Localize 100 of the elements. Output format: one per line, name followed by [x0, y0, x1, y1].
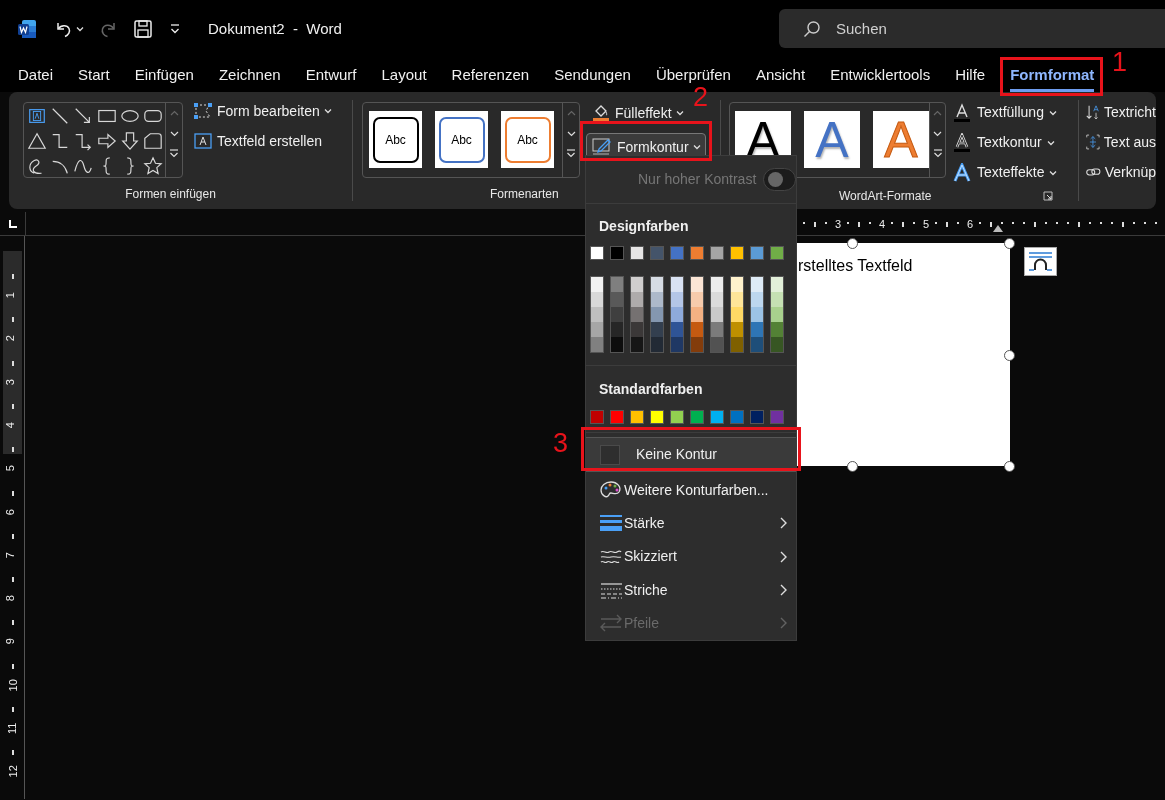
color-swatch[interactable]: [671, 277, 683, 293]
color-swatch[interactable]: [750, 246, 764, 261]
color-swatch[interactable]: [711, 277, 723, 293]
scroll-down-icon[interactable]: [169, 131, 179, 137]
color-swatch[interactable]: [610, 410, 624, 425]
color-swatch[interactable]: [670, 246, 684, 261]
resize-handle[interactable]: [1004, 461, 1015, 472]
color-swatch[interactable]: [631, 322, 643, 338]
menu-tab[interactable]: Entwurf: [305, 63, 357, 92]
expand-gallery-icon[interactable]: [566, 149, 577, 158]
ribbon-button[interactable]: Textricht: [1086, 100, 1156, 124]
menu-tab[interactable]: Layout: [381, 63, 427, 92]
color-swatch[interactable]: [691, 307, 703, 323]
color-swatch[interactable]: [631, 277, 643, 293]
indent-marker-icon[interactable]: [992, 224, 1004, 232]
color-swatch[interactable]: [610, 246, 624, 261]
color-swatch[interactable]: [691, 292, 703, 308]
color-swatch[interactable]: [591, 307, 603, 323]
menu-tab[interactable]: Einfügen: [134, 63, 194, 92]
dialog-launcher-icon[interactable]: [1043, 191, 1054, 201]
color-swatch[interactable]: [771, 307, 783, 323]
color-swatch[interactable]: [650, 246, 664, 261]
menu-item[interactable]: Striche: [586, 573, 796, 607]
color-swatch[interactable]: [690, 246, 704, 261]
color-swatch[interactable]: [771, 322, 783, 338]
scroll-up-icon[interactable]: [566, 110, 576, 116]
snip-shape-icon[interactable]: [142, 131, 163, 151]
color-swatch[interactable]: [611, 307, 623, 323]
ribbon-button[interactable]: Textfeld erstellen: [193, 130, 332, 152]
scroll-up-icon[interactable]: [933, 110, 942, 116]
color-swatch[interactable]: [611, 337, 623, 353]
resize-handle[interactable]: [1004, 350, 1015, 361]
color-swatch[interactable]: [630, 410, 644, 425]
color-swatch[interactable]: [651, 337, 663, 353]
star-shape-icon[interactable]: [142, 156, 163, 176]
color-swatch[interactable]: [651, 277, 663, 293]
scroll-up-icon[interactable]: [169, 110, 179, 116]
color-swatch[interactable]: [751, 307, 763, 323]
color-swatch[interactable]: [631, 337, 643, 353]
color-swatch[interactable]: [751, 337, 763, 353]
color-swatch[interactable]: [611, 277, 623, 293]
menu-tab[interactable]: Sendungen: [554, 63, 631, 92]
menu-tab[interactable]: Datei: [18, 63, 54, 92]
customize-toolbar-icon[interactable]: [169, 23, 181, 35]
color-swatch[interactable]: [731, 322, 743, 338]
save-icon[interactable]: [133, 19, 153, 39]
triangle-shape-icon[interactable]: [27, 131, 47, 151]
color-swatch[interactable]: [771, 292, 783, 308]
color-swatch[interactable]: [691, 337, 703, 353]
color-swatch[interactable]: [591, 337, 603, 353]
ribbon-button[interactable]: Textkontur: [952, 131, 1058, 154]
menu-item[interactable]: Weitere Konturfarben...: [586, 473, 796, 507]
color-swatch[interactable]: [691, 277, 703, 293]
resize-handle[interactable]: [847, 461, 858, 472]
color-swatch[interactable]: [711, 292, 723, 308]
color-swatch[interactable]: [591, 277, 603, 293]
text-box[interactable]: rstelltes Textfeld: [796, 243, 1010, 466]
menu-tab[interactable]: Zeichnen: [218, 63, 281, 92]
color-swatch[interactable]: [651, 322, 663, 338]
menu-tab[interactable]: Referenzen: [451, 63, 530, 92]
color-swatch[interactable]: [751, 292, 763, 308]
color-swatch[interactable]: [731, 277, 743, 293]
color-swatch[interactable]: [611, 292, 623, 308]
resize-handle[interactable]: [1004, 238, 1015, 249]
menu-item[interactable]: Keine Kontur: [586, 437, 796, 473]
color-swatch[interactable]: [591, 322, 603, 338]
color-swatch[interactable]: [750, 410, 764, 425]
expand-gallery-icon[interactable]: [169, 149, 180, 158]
elbow-arrow-connector-icon[interactable]: [73, 131, 94, 151]
color-swatch[interactable]: [631, 307, 643, 323]
color-swatch[interactable]: [671, 322, 683, 338]
color-swatch[interactable]: [671, 337, 683, 353]
right-arrow-shape-icon[interactable]: [96, 131, 117, 151]
color-swatch[interactable]: [651, 307, 663, 323]
color-swatch[interactable]: [691, 322, 703, 338]
color-swatch[interactable]: [711, 307, 723, 323]
color-swatch[interactable]: [710, 410, 724, 425]
color-swatch[interactable]: [771, 337, 783, 353]
color-swatch[interactable]: [770, 246, 784, 261]
menu-tab[interactable]: Hilfe: [955, 63, 986, 92]
color-swatch[interactable]: [751, 277, 763, 293]
menu-item[interactable]: Skizziert: [586, 540, 796, 574]
color-swatch[interactable]: [631, 292, 643, 308]
menu-tab[interactable]: Entwicklertools: [830, 63, 931, 92]
down-arrow-shape-icon[interactable]: [119, 131, 140, 151]
tab-selector-icon[interactable]: [8, 219, 17, 228]
search-field[interactable]: Suchen: [779, 9, 1165, 48]
menu-tab[interactable]: Ansicht: [755, 63, 806, 92]
color-swatch[interactable]: [771, 277, 783, 293]
expand-gallery-icon[interactable]: [932, 149, 943, 158]
color-swatch[interactable]: [730, 410, 744, 425]
color-swatch[interactable]: [731, 292, 743, 308]
color-swatch[interactable]: [590, 246, 604, 261]
scroll-down-icon[interactable]: [566, 131, 576, 137]
ribbon-button[interactable]: Form bearbeiten: [193, 100, 332, 122]
color-swatch[interactable]: [730, 246, 744, 261]
color-swatch[interactable]: [670, 410, 684, 425]
color-swatch[interactable]: [770, 410, 784, 425]
text-box-shape-icon[interactable]: [27, 106, 47, 126]
resize-handle[interactable]: [847, 238, 858, 249]
